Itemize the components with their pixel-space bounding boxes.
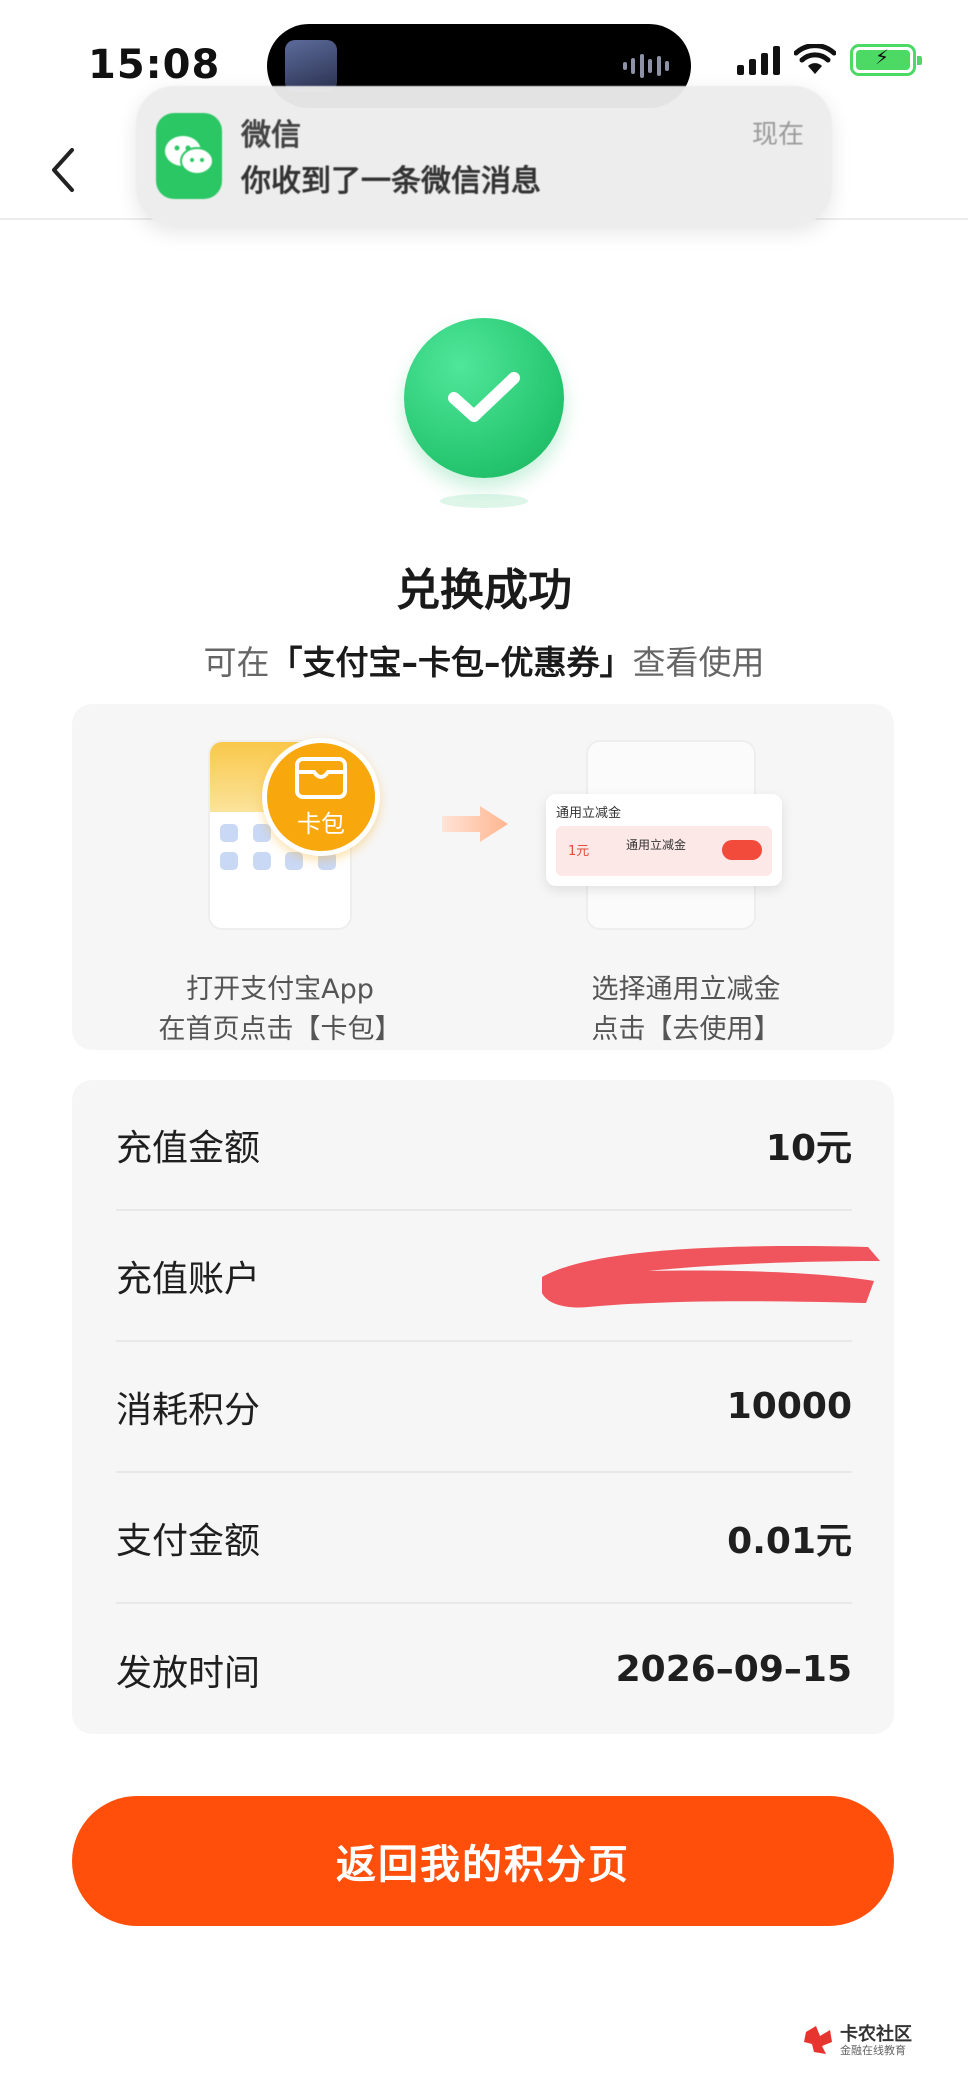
watermark: 卡农社区 金融在线教育 <box>802 2018 932 2062</box>
wechat-notification-banner[interactable]: 微信 你收到了一条微信消息 现在 <box>136 86 832 226</box>
detail-label: 消耗积分 <box>116 1389 261 1431</box>
wallet-icon <box>295 756 347 799</box>
subtitle-prefix: 可在 <box>203 643 270 682</box>
cardbag-badge-label: 卡包 <box>297 809 345 838</box>
guide-step1-text: 打开支付宝App 在首页点击【卡包】 <box>140 970 420 1050</box>
kanong-logo-icon <box>804 2026 832 2054</box>
cardbag-badge: 卡包 <box>262 738 380 856</box>
guide-step-open-cardbag: 卡包 打开支付宝App 在首页点击【卡包】 <box>140 734 420 1045</box>
success-check-icon <box>404 318 564 478</box>
chevron-left-icon <box>52 148 74 192</box>
subtitle-highlight: 「支付宝–卡包–优惠券」 <box>269 643 633 682</box>
detail-row-points-consumed: 消耗积分 10000 <box>116 1342 852 1473</box>
step1-line1: 打开支付宝App <box>186 974 374 1005</box>
coupon-card-illustration: 通用立减金 1元 通用立减金 <box>546 794 782 886</box>
detail-label: 支付金额 <box>116 1520 261 1562</box>
detail-value: 10000 <box>726 1386 852 1427</box>
success-subtitle: 可在「支付宝–卡包–优惠券」查看使用 <box>0 636 968 684</box>
status-indicators: ⚡ <box>737 44 922 76</box>
redaction-scribble <box>542 1246 880 1308</box>
success-graphic <box>0 318 968 518</box>
battery-icon: ⚡ <box>850 44 922 76</box>
detail-label: 充值金额 <box>116 1127 261 1169</box>
success-title: 兑换成功 <box>396 565 572 616</box>
guide-step2-text: 选择通用立减金 点击【去使用】 <box>546 970 826 1050</box>
detail-row-recharge-account: 充值账户 <box>116 1211 880 1342</box>
coupon-use-pill <box>722 840 762 860</box>
usage-guide-card: 卡包 打开支付宝App 在首页点击【卡包】 通用立减金 1元 通用立减金 选择通… <box>72 704 894 1050</box>
step2-line1: 选择通用立减金 <box>591 974 781 1005</box>
charging-bolt-icon: ⚡ <box>875 45 890 69</box>
detail-label: 充值账户 <box>116 1258 261 1300</box>
back-button[interactable] <box>38 140 88 200</box>
now-playing-artwork <box>285 40 337 92</box>
step1-line2: 在首页点击【卡包】 <box>158 1014 402 1045</box>
status-time: 15:08 <box>88 42 221 88</box>
detail-value: 10元 <box>765 1127 852 1169</box>
detail-row-issue-time: 发放时间 2026–09–15 <box>116 1604 852 1735</box>
detail-row-recharge-amount: 充值金额 10元 <box>116 1080 852 1211</box>
return-to-points-button[interactable]: 返回我的积分页 <box>72 1796 894 1926</box>
cellular-signal-icon <box>737 45 780 75</box>
exchange-details-card: 充值金额 10元 充值账户 消耗积分 10000 支付金额 0.01元 发放时间… <box>72 1080 894 1734</box>
step2-line2: 点击【去使用】 <box>591 1014 781 1045</box>
wifi-icon <box>794 44 836 74</box>
coupon-name: 通用立减金 <box>626 838 687 852</box>
wechat-icon <box>156 113 222 199</box>
coupon-amount: 1元 <box>568 844 590 859</box>
detail-row-payment-amount: 支付金额 0.01元 <box>116 1473 852 1604</box>
coupon-card-header: 通用立减金 <box>556 806 622 821</box>
notification-time: 现在 <box>751 120 804 150</box>
success-icon-shadow <box>440 494 528 508</box>
detail-value: 0.01元 <box>727 1520 852 1562</box>
notification-app-name: 微信 <box>241 118 301 153</box>
guide-step-use-coupon: 通用立减金 1元 通用立减金 选择通用立减金 点击【去使用】 <box>546 734 826 1045</box>
arrow-right-icon <box>442 806 508 842</box>
detail-label: 发放时间 <box>116 1652 261 1694</box>
detail-value: 2026–09–15 <box>615 1649 852 1690</box>
notification-message: 你收到了一条微信消息 <box>241 164 541 199</box>
audio-wave-icon <box>623 52 669 80</box>
watermark-subtitle: 金融在线教育 <box>840 2044 906 2057</box>
subtitle-suffix: 查看使用 <box>632 643 765 682</box>
